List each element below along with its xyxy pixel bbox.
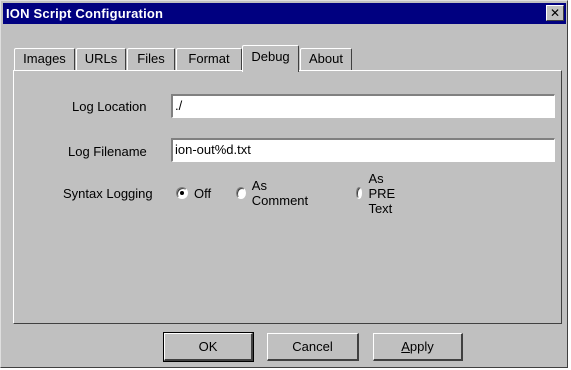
log-filename-label: Log Filename: [68, 144, 147, 159]
radio-as-pre-text-label: As PRE Text: [368, 170, 396, 216]
tab-debug-label: Debug: [251, 49, 290, 64]
radio-off[interactable]: Off: [176, 184, 211, 202]
close-icon[interactable]: ✕: [546, 5, 564, 21]
radio-off-label: Off: [194, 185, 212, 201]
radio-unselected-icon: [356, 187, 363, 199]
radio-as-comment[interactable]: As Comment: [236, 178, 310, 208]
tab-format-label: Format: [188, 51, 230, 66]
tab-about[interactable]: About: [300, 48, 352, 70]
log-location-input[interactable]: ./: [171, 94, 555, 118]
dialog-window: ION Script Configuration ✕ Images URLs F…: [0, 0, 568, 368]
radio-unselected-icon: [236, 187, 246, 199]
syntax-logging-label: Syntax Logging: [63, 186, 153, 201]
tab-images[interactable]: Images: [14, 48, 75, 70]
log-location-label: Log Location: [72, 99, 147, 114]
tab-urls[interactable]: URLs: [76, 48, 126, 70]
ok-button[interactable]: OK: [163, 332, 254, 362]
tab-files-label: Files: [137, 51, 165, 66]
tab-format[interactable]: Format: [176, 48, 242, 70]
apply-mnemonic: A: [401, 339, 410, 354]
radio-as-comment-label: As Comment: [251, 178, 309, 208]
tab-files[interactable]: Files: [127, 48, 175, 70]
log-filename-input[interactable]: ion-out%d.txt: [171, 138, 555, 162]
radio-as-pre-text[interactable]: As PRE Text: [356, 171, 401, 216]
title-bar[interactable]: ION Script Configuration ✕: [3, 3, 566, 24]
apply-label-rest: pply: [409, 339, 434, 354]
tab-urls-label: URLs: [84, 51, 118, 66]
tab-debug[interactable]: Debug: [242, 45, 299, 72]
tab-images-label: Images: [23, 51, 66, 66]
window-title: ION Script Configuration: [6, 6, 164, 21]
cancel-button[interactable]: Cancel: [267, 333, 359, 361]
tab-about-label: About: [309, 51, 343, 66]
apply-button[interactable]: Apply: [373, 333, 463, 361]
radio-selected-icon: [176, 187, 188, 199]
